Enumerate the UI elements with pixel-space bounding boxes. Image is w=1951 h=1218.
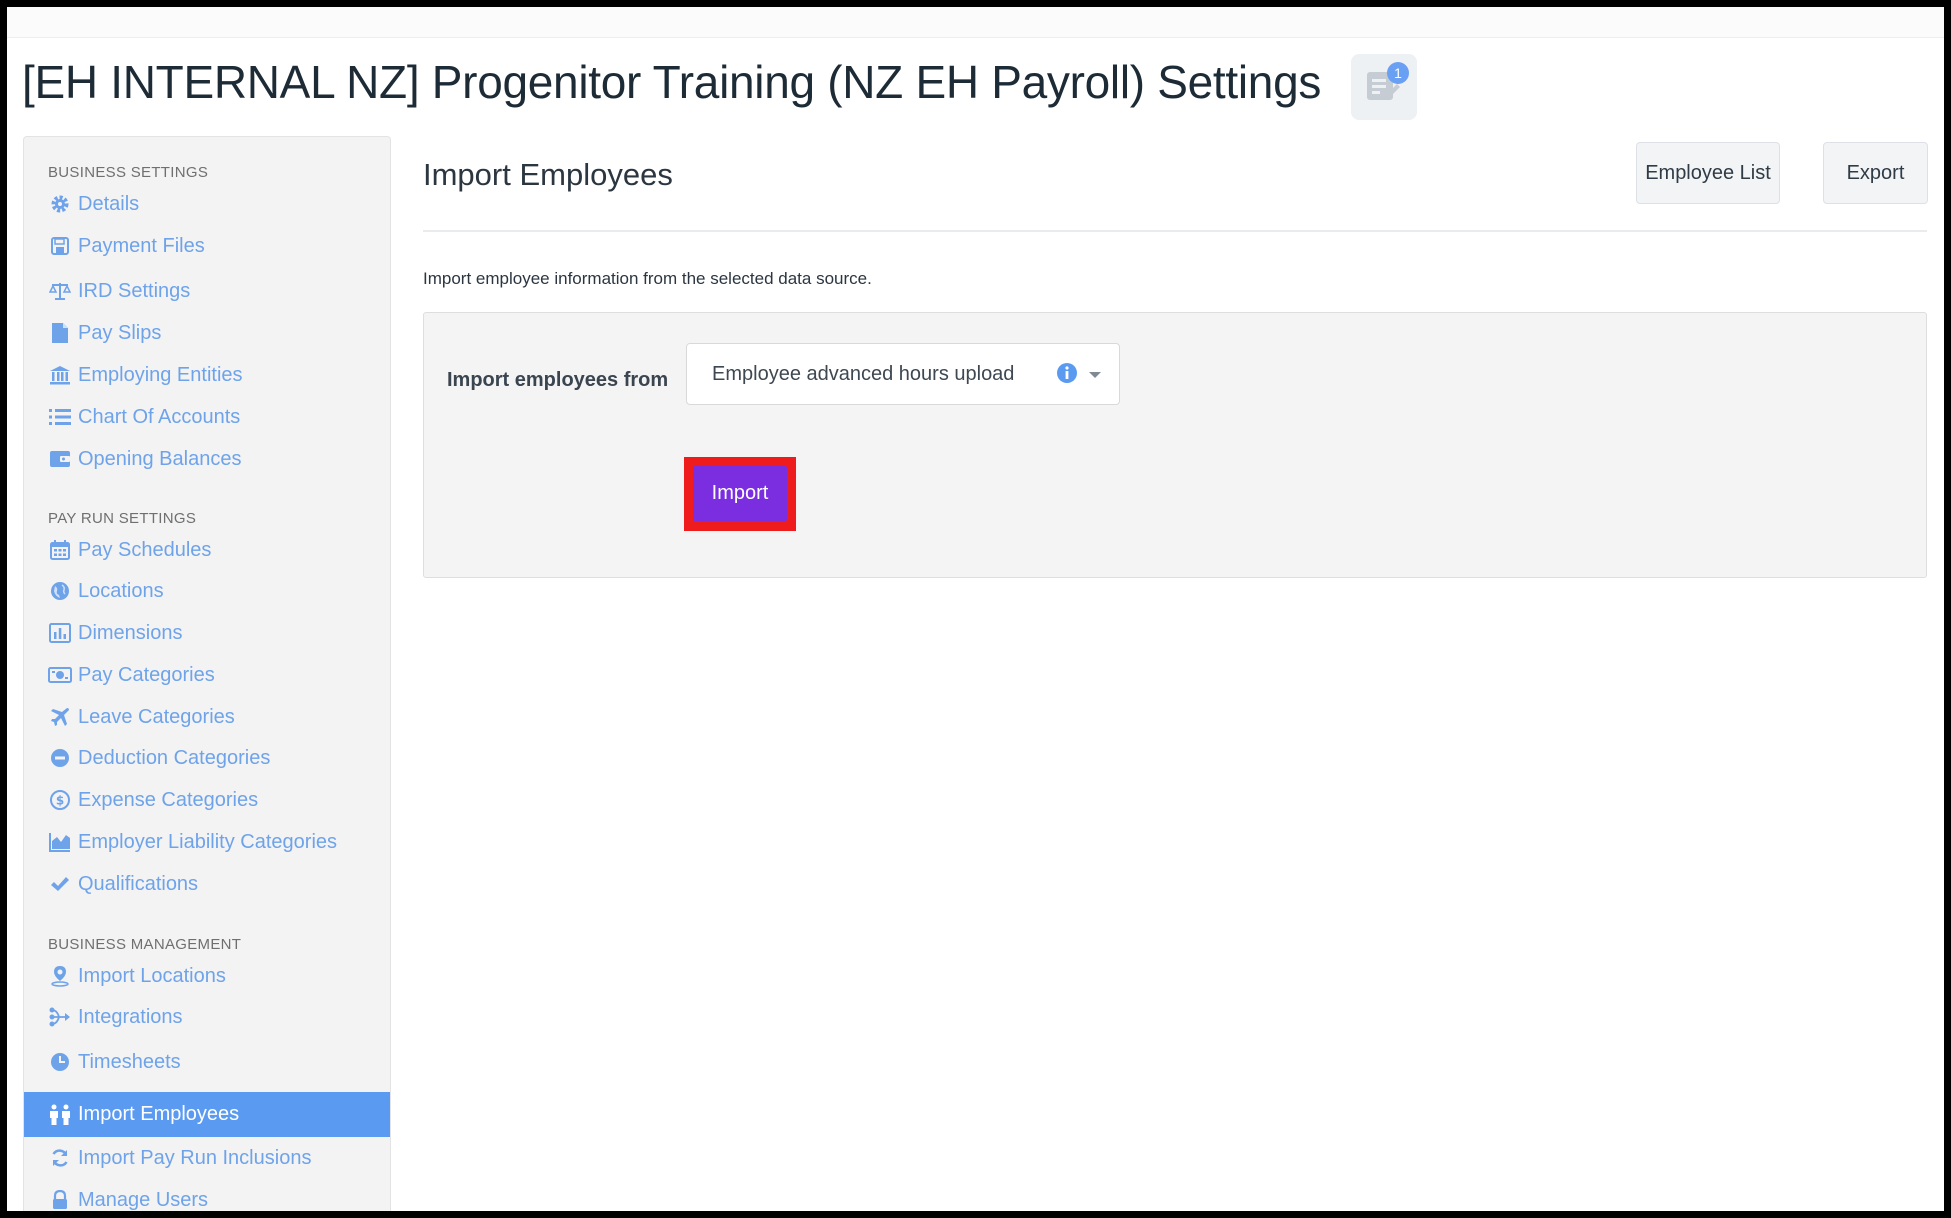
- page-title: [EH INTERNAL NZ] Progenitor Training (NZ…: [22, 56, 1322, 108]
- import-button[interactable]: Import: [693, 466, 787, 521]
- sidebar-item-payment-files[interactable]: Payment Files: [24, 225, 390, 267]
- sidebar-item-chart-of-accounts[interactable]: Chart Of Accounts: [24, 396, 390, 438]
- sidebar-item-locations[interactable]: Locations: [24, 570, 390, 612]
- sidebar-item-deduction-categories[interactable]: Deduction Categories: [24, 737, 390, 779]
- sidebar-item-opening-balances[interactable]: Opening Balances: [24, 438, 390, 480]
- sidebar-item-import-employees[interactable]: Import Employees: [24, 1092, 390, 1137]
- sidebar-item-label: Pay Schedules: [78, 538, 212, 561]
- bank-icon: [48, 363, 72, 387]
- sidebar-item-label: Locations: [78, 579, 164, 602]
- sidebar-item-label: Integrations: [78, 1005, 183, 1028]
- notes-button[interactable]: 1: [1351, 54, 1417, 120]
- sidebar-item-label: Pay Categories: [78, 663, 215, 686]
- export-button[interactable]: Export: [1823, 142, 1928, 204]
- sidebar-item-import-locations[interactable]: Import Locations: [24, 955, 390, 997]
- list-icon: [48, 405, 72, 429]
- import-button-highlight: Import: [684, 457, 796, 531]
- map-pin-icon: [48, 964, 72, 988]
- check-icon: [48, 872, 72, 896]
- sidebar-item-label: Opening Balances: [78, 447, 242, 470]
- section-heading-business-management: BUSINESS MANAGEMENT: [48, 936, 242, 953]
- notes-count-badge: 1: [1387, 62, 1409, 84]
- section-heading-business-settings: BUSINESS SETTINGS: [48, 164, 209, 181]
- top-strip: [7, 7, 1944, 38]
- sidebar-item-label: Dimensions: [78, 621, 183, 644]
- sidebar-item-qualifications[interactable]: Qualifications: [24, 863, 390, 905]
- sidebar-item-label: Import Locations: [78, 964, 226, 987]
- svg-text:$: $: [56, 794, 64, 808]
- sidebar-item-label: Employer Liability Categories: [78, 830, 338, 853]
- app-window: [EH INTERNAL NZ] Progenitor Training (NZ…: [7, 7, 1944, 1211]
- globe-icon: [48, 579, 72, 603]
- settings-sidebar: BUSINESS SETTINGS Details Payment Files …: [23, 136, 391, 1211]
- sidebar-item-label: Payment Files: [78, 234, 205, 257]
- sidebar-item-details[interactable]: Details: [24, 183, 390, 225]
- sidebar-item-label: Employing Entities: [78, 363, 243, 386]
- floppy-disk-icon: [48, 234, 72, 258]
- minus-circle-icon: [48, 746, 72, 770]
- sidebar-item-ird-settings[interactable]: IRD Settings: [24, 270, 390, 312]
- dollar-circle-icon: $: [48, 788, 72, 812]
- money-icon: [48, 663, 72, 687]
- sidebar-item-label: Chart Of Accounts: [78, 405, 241, 428]
- sidebar-item-integrations[interactable]: Integrations: [24, 996, 390, 1038]
- wallet-icon: [48, 447, 72, 471]
- main-title: Import Employees: [423, 157, 673, 192]
- header-divider: [423, 230, 1927, 232]
- sidebar-item-import-pay-run-inclusions[interactable]: Import Pay Run Inclusions: [24, 1137, 390, 1179]
- lock-icon: [48, 1188, 72, 1211]
- sidebar-item-manage-users[interactable]: Manage Users: [24, 1179, 390, 1211]
- document-icon: [48, 321, 72, 345]
- share-nodes-icon: [48, 1005, 72, 1029]
- import-form-panel: Import employees from Employee advanced …: [423, 312, 1927, 578]
- sidebar-item-label: Timesheets: [78, 1050, 181, 1073]
- calendar-icon: [48, 538, 72, 562]
- chevron-down-icon: [1089, 372, 1101, 378]
- gear-icon: [48, 192, 72, 216]
- sidebar-item-expense-categories[interactable]: $ Expense Categories: [24, 779, 390, 821]
- sidebar-item-dimensions[interactable]: Dimensions: [24, 612, 390, 654]
- refresh-icon: [48, 1146, 72, 1170]
- info-icon[interactable]: [1055, 361, 1079, 390]
- sidebar-item-pay-categories[interactable]: Pay Categories: [24, 654, 390, 696]
- bar-chart-icon: [48, 621, 72, 645]
- sidebar-item-label: Import Pay Run Inclusions: [78, 1146, 312, 1169]
- people-icon: [48, 1103, 72, 1127]
- employee-list-button[interactable]: Employee List: [1636, 142, 1780, 204]
- sidebar-item-label: Deduction Categories: [78, 746, 271, 769]
- section-heading-pay-run-settings: PAY RUN SETTINGS: [48, 510, 197, 527]
- intro-text: Import employee information from the sel…: [423, 269, 872, 288]
- data-source-value: Employee advanced hours upload: [712, 363, 1015, 385]
- sidebar-item-label: Expense Categories: [78, 788, 259, 811]
- sidebar-item-timesheets[interactable]: Timesheets: [24, 1041, 390, 1083]
- sidebar-item-label: Leave Categories: [78, 705, 235, 728]
- sidebar-item-pay-slips[interactable]: Pay Slips: [24, 312, 390, 354]
- sidebar-item-pay-schedules[interactable]: Pay Schedules: [24, 529, 390, 571]
- sidebar-item-label: Import Employees: [78, 1103, 240, 1125]
- sidebar-item-leave-categories[interactable]: Leave Categories: [24, 696, 390, 738]
- sidebar-item-employer-liability-categories[interactable]: Employer Liability Categories: [24, 821, 390, 863]
- sidebar-item-label: Details: [78, 192, 140, 215]
- scales-icon: [48, 279, 72, 303]
- data-source-select[interactable]: Employee advanced hours upload: [686, 343, 1120, 405]
- plane-icon: [48, 705, 72, 729]
- sidebar-item-label: Pay Slips: [78, 321, 162, 344]
- area-chart-icon: [48, 830, 72, 854]
- sidebar-item-employing-entities[interactable]: Employing Entities: [24, 354, 390, 396]
- sidebar-item-label: Qualifications: [78, 872, 199, 895]
- sidebar-item-label: Manage Users: [78, 1188, 209, 1211]
- import-from-label: Import employees from: [447, 369, 669, 391]
- sidebar-item-label: IRD Settings: [78, 279, 191, 302]
- clock-icon: [48, 1050, 72, 1074]
